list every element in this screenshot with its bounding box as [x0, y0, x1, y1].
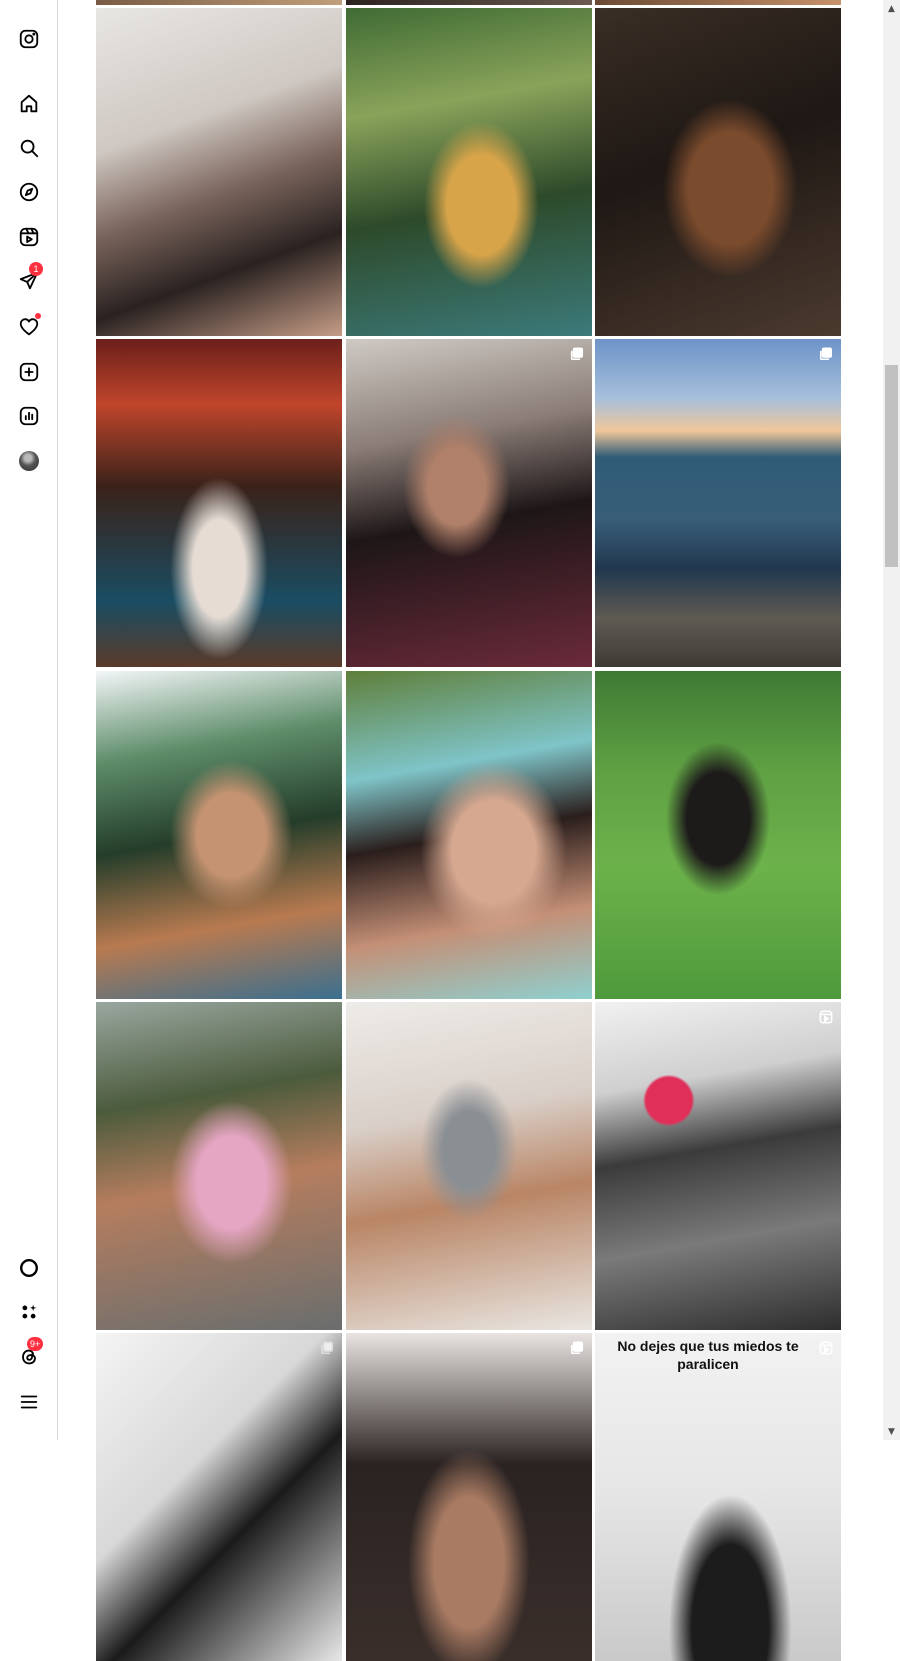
- reel-caption: No dejes que tus miedos te paralicen: [617, 1338, 799, 1372]
- post-tile[interactable]: [96, 1002, 342, 1330]
- scrollbar-thumb[interactable]: [885, 365, 898, 567]
- reel-icon: [819, 1010, 833, 1024]
- reel-icon: [819, 1341, 833, 1355]
- post-tile[interactable]: No dejes que tus miedos te paralicen: [595, 1333, 841, 1661]
- carousel-icon: [819, 347, 833, 361]
- scroll-down-arrow[interactable]: ▼: [883, 1423, 900, 1440]
- post-tile[interactable]: [346, 1002, 592, 1330]
- post-tile-partial[interactable]: [96, 0, 342, 5]
- post-tile[interactable]: [595, 339, 841, 667]
- post-tile[interactable]: [595, 1002, 841, 1330]
- post-tile[interactable]: [346, 339, 592, 667]
- post-tile[interactable]: [346, 1333, 592, 1661]
- post-tile-partial[interactable]: [346, 0, 592, 5]
- post-tile[interactable]: [595, 671, 841, 999]
- carousel-icon: [570, 347, 584, 361]
- page-scrollbar[interactable]: ▲ ▼: [883, 0, 900, 1440]
- post-tile[interactable]: [346, 671, 592, 999]
- post-tile[interactable]: [96, 8, 342, 336]
- carousel-icon: [570, 1341, 584, 1355]
- post-tile[interactable]: [96, 1333, 342, 1661]
- scroll-up-arrow[interactable]: ▲: [883, 0, 900, 17]
- post-tile[interactable]: [595, 8, 841, 336]
- post-tile[interactable]: [96, 339, 342, 667]
- post-tile[interactable]: [96, 671, 342, 999]
- post-tile-partial[interactable]: [595, 0, 841, 5]
- profile-posts-grid: No dejes que tus miedos te paralicen: [0, 0, 880, 1661]
- carousel-icon: [320, 1341, 334, 1355]
- post-tile[interactable]: [346, 8, 592, 336]
